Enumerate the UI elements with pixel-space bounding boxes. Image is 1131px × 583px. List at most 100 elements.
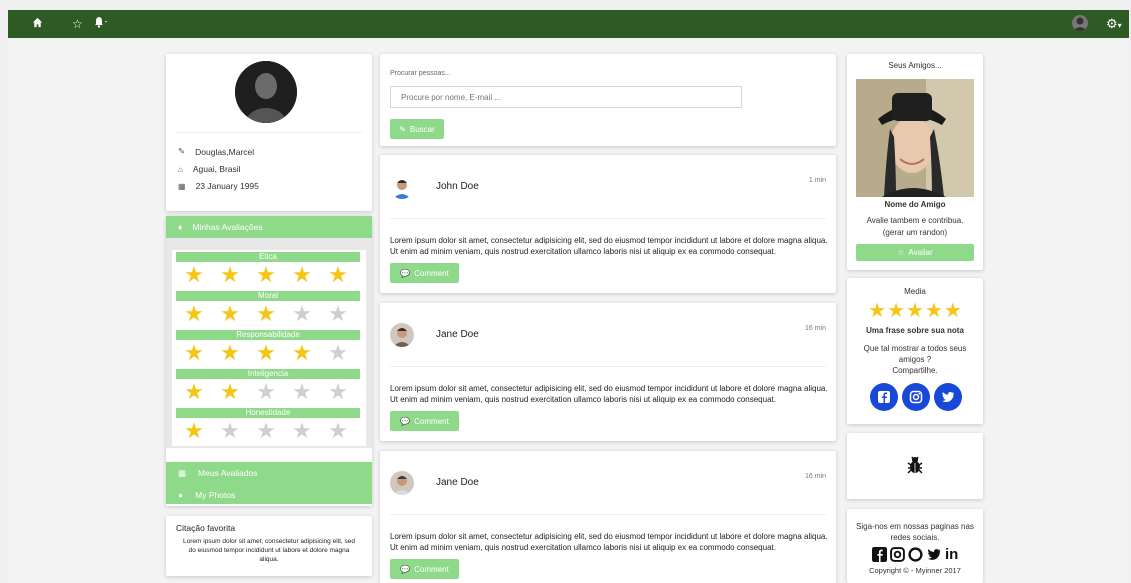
home-small-icon: ⌂ bbox=[178, 164, 183, 174]
star-icon[interactable]: ★ bbox=[328, 381, 348, 403]
link-meus-avaliados-label: Meus Avaliados bbox=[198, 468, 258, 478]
star-icon[interactable]: ★ bbox=[256, 342, 276, 364]
post-avatar[interactable] bbox=[390, 323, 414, 347]
post-avatar[interactable] bbox=[390, 175, 414, 199]
friend-desc1: Avalie tambem e contribua. bbox=[866, 216, 964, 225]
comment-button[interactable]: 💬 Comment bbox=[390, 411, 459, 431]
post-text: Lorem ipsum dolor sit amet, consectetur … bbox=[390, 532, 828, 552]
pencil-btn-icon: ✎ bbox=[399, 124, 406, 134]
star-icon[interactable]: ★ bbox=[256, 381, 276, 403]
twitter-black-icon[interactable] bbox=[926, 547, 942, 562]
profile-card: ✎ Douglas,Marcel ⌂ Aguai, Brasil ▦ 23 Ja… bbox=[166, 54, 372, 211]
rating-stars-etica[interactable]: ★ ★ ★ ★ ★ bbox=[176, 264, 356, 286]
star-icon[interactable]: ★ bbox=[220, 303, 240, 325]
avaliar-button[interactable]: ☆ Avaliar bbox=[856, 244, 974, 261]
post-avatar[interactable] bbox=[390, 471, 414, 495]
star-icon: ★ bbox=[868, 300, 887, 322]
star-icon[interactable]: ★ bbox=[220, 381, 240, 403]
instagram-outline-icon[interactable] bbox=[890, 547, 905, 562]
rating-stars-inteligencia[interactable]: ★ ★ ★ ★ ★ bbox=[176, 381, 356, 403]
user-avatar-icon[interactable] bbox=[1072, 15, 1088, 31]
star-icon[interactable]: ★ bbox=[292, 342, 312, 364]
media-share3: Compartilhe. bbox=[892, 366, 938, 375]
follow-text1: Siga-nos em nossas paginas nas bbox=[856, 522, 974, 531]
star-icon[interactable]: ★ bbox=[328, 264, 348, 286]
facebook-icon[interactable] bbox=[870, 383, 898, 411]
ratings-header[interactable]: ♦ Minhas Avaliações bbox=[166, 216, 372, 238]
copyright: Copyright © - Myinner 2017 bbox=[869, 566, 961, 575]
post-card: Jane Doe 16 min Lorem ipsum dolor sit amet… bbox=[380, 303, 836, 441]
post-author[interactable]: John Doe bbox=[436, 181, 479, 192]
ratings-header-label: Minhas Avaliações bbox=[192, 222, 263, 232]
star-icon[interactable]: ★ bbox=[220, 342, 240, 364]
post-card: Jane Doe 16 min Lorem ipsum dolor sit amet… bbox=[380, 451, 836, 583]
bell-icon[interactable] bbox=[94, 16, 108, 32]
comment-button[interactable]: 💬 Comment bbox=[390, 263, 459, 283]
star-icon[interactable]: ★ bbox=[184, 342, 204, 364]
search-input[interactable] bbox=[390, 86, 742, 108]
star-icon[interactable]: ★ bbox=[328, 303, 348, 325]
comment-button-label: Comment bbox=[414, 564, 449, 574]
linkedin-icon[interactable]: in bbox=[945, 547, 958, 562]
star-icon[interactable]: ★ bbox=[256, 303, 276, 325]
star-icon[interactable]: ★ bbox=[292, 264, 312, 286]
link-meus-avaliados[interactable]: ▦ Meus Avaliados bbox=[178, 468, 257, 479]
star-icon[interactable]: ★ bbox=[184, 303, 204, 325]
ratings-body: Etica ★ ★ ★ ★ ★ Moral ★ ★ ★ ★ ★ Responsabilidade ★ ★ ★ ★… bbox=[166, 238, 372, 448]
media-share2: amigos ? bbox=[898, 355, 932, 364]
star-icon[interactable]: ☆ bbox=[72, 16, 83, 32]
link-my-photos-label: My Photos bbox=[195, 490, 236, 500]
facebook-square-icon[interactable] bbox=[872, 547, 887, 562]
home-icon[interactable] bbox=[32, 16, 43, 32]
instagram-icon[interactable] bbox=[902, 383, 930, 411]
star-outline-icon: ☆ bbox=[897, 248, 905, 257]
search-button[interactable]: ✎ Buscar bbox=[390, 119, 444, 139]
profile-location: Aguai, Brasil bbox=[192, 164, 241, 174]
star-icon[interactable]: ★ bbox=[292, 303, 312, 325]
comment-icon: 💬 bbox=[400, 416, 411, 426]
star-icon[interactable]: ★ bbox=[256, 264, 276, 286]
star-icon[interactable]: ★ bbox=[328, 420, 348, 442]
star-icon[interactable]: ★ bbox=[292, 381, 312, 403]
bug-icon[interactable] bbox=[905, 455, 925, 480]
comment-button[interactable]: 💬 Comment bbox=[390, 559, 459, 579]
post-divider bbox=[390, 514, 826, 515]
star-icon[interactable]: ★ bbox=[256, 420, 276, 442]
star-icon: ★ bbox=[906, 300, 924, 322]
post-divider bbox=[390, 218, 826, 219]
star-icon[interactable]: ★ bbox=[292, 420, 312, 442]
star-icon: ★ bbox=[924, 300, 943, 322]
star-icon[interactable]: ★ bbox=[220, 264, 240, 286]
rating-stars-moral[interactable]: ★ ★ ★ ★ ★ bbox=[176, 303, 356, 325]
link-my-photos[interactable]: ● My Photos bbox=[178, 490, 235, 500]
friend-photo[interactable] bbox=[856, 79, 974, 197]
users-icon: ● bbox=[178, 490, 184, 500]
comment-button-label: Comment bbox=[414, 416, 449, 426]
diamond-icon: ♦ bbox=[178, 222, 183, 232]
gear-icon[interactable]: ⚙▾ bbox=[1106, 16, 1122, 34]
media-share1: Que tal mostrar a todos seus bbox=[863, 344, 967, 353]
star-icon[interactable]: ★ bbox=[220, 420, 240, 442]
star-icon[interactable]: ★ bbox=[328, 342, 348, 364]
star-icon[interactable]: ★ bbox=[184, 264, 204, 286]
rating-stars-responsabilidade[interactable]: ★ ★ ★ ★ ★ bbox=[176, 342, 356, 364]
twitter-icon[interactable] bbox=[934, 383, 962, 411]
rating-stars-honestidade[interactable]: ★ ★ ★ ★ ★ bbox=[176, 420, 356, 442]
friend-name: Nome do Amigo bbox=[884, 200, 946, 209]
calendar-link-icon: ▦ bbox=[178, 468, 187, 478]
star-icon[interactable]: ★ bbox=[184, 420, 204, 442]
rating-label-moral: Moral bbox=[176, 291, 360, 301]
star-icon[interactable]: ★ bbox=[184, 381, 204, 403]
post-text: Lorem ipsum dolor sit amet, consectetur … bbox=[390, 236, 828, 256]
post-text: Lorem ipsum dolor sit amet, consectetur … bbox=[390, 384, 828, 404]
post-time: 1 min bbox=[808, 177, 826, 184]
profile-avatar[interactable] bbox=[235, 61, 297, 123]
search-button-label: Buscar bbox=[409, 124, 435, 134]
post-author[interactable]: Jane Doe bbox=[436, 329, 479, 340]
circle-outline-icon[interactable] bbox=[908, 547, 923, 562]
post-author[interactable]: Jane Doe bbox=[436, 477, 479, 488]
comment-button-label: Comment bbox=[414, 268, 449, 278]
friends-title: Seus Amigos... bbox=[888, 61, 942, 70]
profile-birthday: 23 January 1995 bbox=[195, 181, 259, 191]
quote-title: Citação favorita bbox=[176, 523, 236, 533]
